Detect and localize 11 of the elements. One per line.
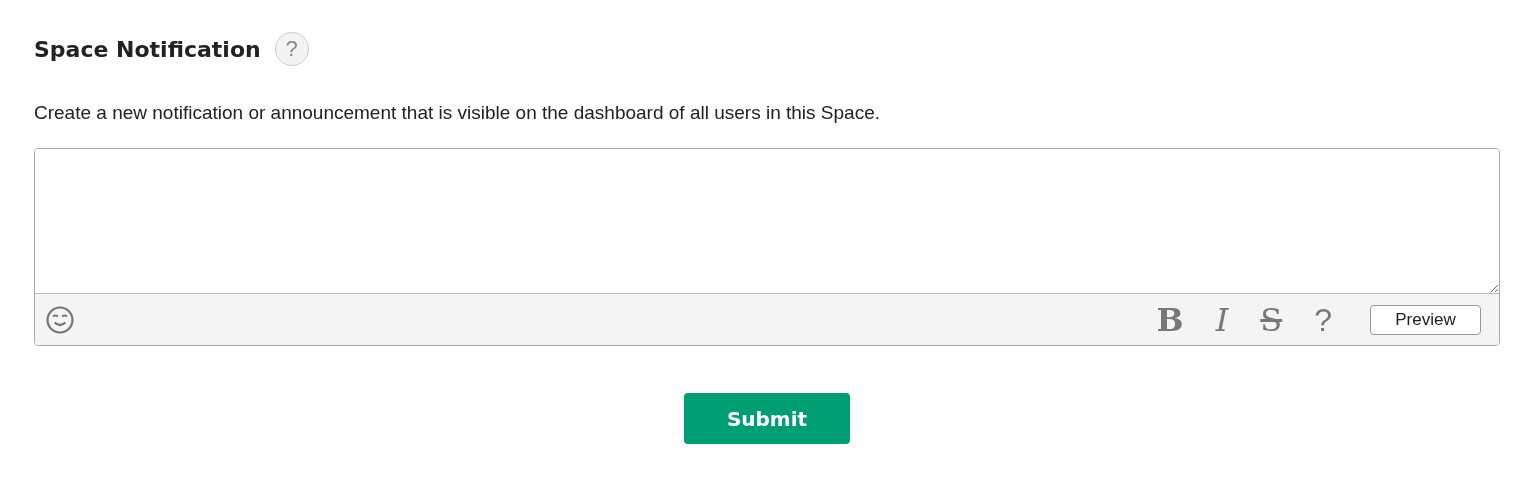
smiley-icon[interactable] <box>45 304 75 335</box>
help-button[interactable]: ? <box>274 32 309 66</box>
submit-button[interactable]: Submit <box>684 393 850 444</box>
strike-format-button[interactable]: S <box>1250 303 1293 336</box>
help-format-button[interactable]: ? <box>1304 303 1342 336</box>
preview-button[interactable]: Preview <box>1370 304 1481 335</box>
bold-format-button[interactable]: B <box>1146 303 1194 336</box>
description-text: Create a new notification or announcement that is visible on the dashboard of all users in this Space. <box>34 102 881 124</box>
message-input-field[interactable]: B I S ? Preview <box>34 148 1500 346</box>
italic-format-button[interactable]: I <box>1205 303 1239 336</box>
page-title: Space Notification <box>34 36 261 62</box>
